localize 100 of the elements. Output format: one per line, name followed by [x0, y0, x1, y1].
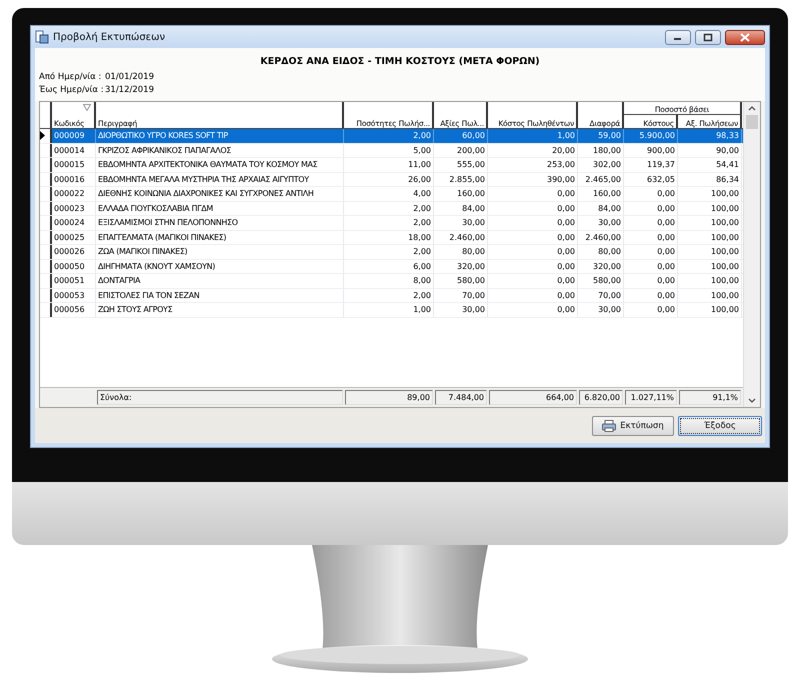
field-value: 01/01/2019 [105, 72, 154, 82]
app-icon [35, 30, 49, 44]
print-button[interactable]: Εκτύπωση [592, 416, 674, 436]
table-cell: 253,00 [488, 158, 578, 172]
table-cell: 900,00 [624, 144, 678, 157]
table-cell: 70,00 [434, 288, 488, 302]
table-cell: 390,00 [488, 172, 578, 186]
table-cell: 1,00 [488, 129, 578, 142]
table-cell: 320,00 [578, 260, 624, 273]
table-cell: 100,00 [678, 216, 742, 230]
table-cell: 100,00 [678, 187, 742, 200]
table-cell: 000051 [52, 274, 96, 288]
table-cell: 30,00 [578, 216, 624, 230]
table-row[interactable]: 000023 ΕΛΛΑΔΑ ΓΙΟΥΓΚΟΣΛΑΒΙΑ ΠΓΔΜ 2,00 84,00 0,00 84,00 0,00 100,00 [40, 202, 743, 216]
total-value: 1.027,11% [625, 390, 677, 405]
table-cell: 180,00 [578, 144, 624, 157]
close-button[interactable] [725, 30, 765, 44]
table-cell: 26,00 [344, 172, 434, 186]
scrollbar-thumb[interactable] [746, 115, 758, 129]
table-cell: 8,00 [344, 274, 434, 288]
table-cell: 632,05 [624, 172, 678, 186]
table-cell: 2.465,00 [578, 172, 624, 186]
table-cell: 100,00 [678, 245, 742, 258]
table-cell: ΖΩΑ (ΜΑΓΙΚΟΙ ΠΙΝΑΚΕΣ) [96, 245, 344, 258]
table-cell: 2.855,00 [434, 172, 488, 186]
field-label: Από Ημερ/νία : [39, 72, 102, 82]
table-row[interactable]: 000051 ΔΟΝΤΑΓΡΙΑ 8,00 580,00 0,00 580,00 0,00 100,00 [40, 274, 743, 288]
table-cell: 0,00 [624, 245, 678, 258]
table-cell: ΔΙΟΡΘΩΤΙΚΟ ΥΓΡΟ KORES SOFT TIP [96, 129, 344, 142]
report-title: ΚΕΡΔΟΣ ΑΝΑ ΕΙΔΟΣ - ΤΙΜΗ ΚΟΣΤΟΥΣ (ΜΕΤΑ ΦΟΡΩΝ) [259, 56, 541, 67]
field-label: Έως Ημερ/νία : [39, 84, 105, 94]
table-cell: ΔΟΝΤΑΓΡΙΑ [96, 274, 344, 288]
table-cell: 000015 [52, 158, 96, 172]
table-cell: ΕΞΙΣΛΑΜΙΣΜΟΙ ΣΤΗΝ ΠΕΛΟΠΟΝΝΗΣΟ [96, 216, 344, 230]
table-row[interactable]: 000022 ΔΙΕΘΝΗΣ ΚΟΙΝΩΝΙΑ ΔΙΑΧΡΟΝΙΚΕΣ ΚΑΙ ΣΥΓΧΡΟΝΕΣ ΑΝΤΙΛΗ 4,00 160,00 0,00 160,00 0,00 100,00 [40, 187, 743, 202]
table-cell: 0,00 [624, 230, 678, 244]
maximize-button[interactable] [695, 30, 721, 44]
table-cell: 2,00 [344, 288, 434, 302]
table-row[interactable]: 000026 ΖΩΑ (ΜΑΓΙΚΟΙ ΠΙΝΑΚΕΣ) 2,00 80,00 0,00 80,00 0,00 100,00 [40, 245, 743, 260]
table-cell: 100,00 [678, 288, 742, 302]
table-cell: 5,00 [344, 144, 434, 157]
table-cell: 0,00 [488, 202, 578, 215]
table-cell: 60,00 [434, 129, 488, 142]
table-row[interactable]: 000053 ΕΠΙΣΤΟΛΕΣ ΓΙΑ ΤΟΝ ΣΕΖΑΝ 2,00 70,00 0,00 70,00 0,00 100,00 [40, 288, 743, 303]
table-cell: 0,00 [488, 288, 578, 302]
table-row[interactable]: 000056 ΖΩΗ ΣΤΟΥΣ ΑΓΡΟΥΣ 1,00 30,00 0,00 30,00 0,00 100,00 [40, 303, 743, 318]
table-cell: 000025 [52, 230, 96, 244]
scroll-down-icon[interactable] [748, 398, 756, 403]
table-cell: 30,00 [434, 303, 488, 316]
table-cell: 000053 [52, 288, 96, 302]
table-cell: 0,00 [624, 216, 678, 230]
table-cell: 000014 [52, 144, 96, 157]
total-value: 91,1% [679, 390, 741, 405]
table-cell: 0,00 [624, 260, 678, 273]
table-cell: 84,00 [578, 202, 624, 215]
table-cell: 000022 [52, 187, 96, 200]
table-cell: 30,00 [578, 303, 624, 316]
table-cell: ΕΠΑΓΓΕΛΜΑΤΑ (ΜΑΓΙΚΟΙ ΠΙΝΑΚΕΣ) [96, 230, 344, 244]
table-cell: 11,00 [344, 158, 434, 172]
table-cell: 160,00 [434, 187, 488, 200]
table-cell: 000050 [52, 260, 96, 273]
table-cell: 100,00 [678, 230, 742, 244]
scroll-up-icon[interactable] [748, 106, 756, 111]
table-cell: 100,00 [678, 303, 742, 316]
table-cell: 4,00 [344, 187, 434, 200]
table-cell: 5.900,00 [624, 129, 678, 142]
totals-label: Σύνολα: [97, 390, 343, 405]
table-cell: ΕΒΔΟΜΗΝΤΑ ΜΕΓΑΛΑ ΜΥΣΤΗΡΙΑ ΤΗΣ ΑΡΧΑΙΑΣ ΑΙΓΥΠΤΟΥ [96, 172, 344, 186]
table-cell: 1,00 [344, 303, 434, 316]
total-value: 89,00 [345, 390, 433, 405]
table-cell: 84,00 [434, 202, 488, 215]
total-value: 664,00 [489, 390, 577, 405]
table-row[interactable]: 000016 ΕΒΔΟΜΗΝΤΑ ΜΕΓΑΛΑ ΜΥΣΤΗΡΙΑ ΤΗΣ ΑΡΧΑΙΑΣ ΑΙΓΥΠΤΟΥ 26,00 2.855,00 390,00 2.465,00 632,05 86,34 [40, 172, 743, 187]
maximize-icon [703, 32, 713, 42]
exit-button[interactable]: Έξοδος [678, 416, 762, 436]
table-cell: 555,00 [434, 158, 488, 172]
table-cell: 580,00 [434, 274, 488, 288]
total-value: 6.820,00 [579, 390, 623, 405]
table-cell: 80,00 [578, 245, 624, 258]
minimize-button[interactable] [665, 30, 691, 44]
table-row[interactable]: 000015 ΕΒΔΟΜΗΝΤΑ ΑΡΧΙΤΕΚΤΟΝΙΚΑ ΘΑΥΜΑΤΑ ΤΟΥ ΚΟΣΜΟΥ ΜΑΣ 11,00 555,00 253,00 302,00 119,37 54,41 [40, 158, 743, 172]
table-cell: 2.460,00 [578, 230, 624, 244]
row-pointer-icon [40, 131, 46, 140]
table-cell: 90,00 [678, 144, 742, 157]
vertical-scrollbar[interactable] [743, 102, 760, 407]
table-cell: 86,34 [678, 172, 742, 186]
table-cell: 0,00 [488, 245, 578, 258]
table-row[interactable]: 000050 ΔΙΗΓΗΜΑΤΑ (ΚΝΟΥΤ ΧΑΜΣΟΥΝ) 6,00 320,00 0,00 320,00 0,00 100,00 [40, 260, 743, 274]
table-row[interactable]: 000014 ΓΚΡΙΖΟΣ ΑΦΡΙΚΑΝΙΚΟΣ ΠΑΠΑΓΑΛΟΣ 5,00 200,00 20,00 180,00 900,00 90,00 [40, 144, 743, 158]
table-cell: 30,00 [434, 216, 488, 230]
table-row[interactable]: 000024 ΕΞΙΣΛΑΜΙΣΜΟΙ ΣΤΗΝ ΠΕΛΟΠΟΝΝΗΣΟ 2,00 30,00 0,00 30,00 0,00 100,00 [40, 216, 743, 230]
table-cell: 0,00 [488, 303, 578, 316]
table-cell: 0,00 [488, 260, 578, 273]
table-cell: 70,00 [578, 288, 624, 302]
table-cell: 80,00 [434, 245, 488, 258]
table-cell: ΕΠΙΣΤΟΛΕΣ ΓΙΑ ΤΟΝ ΣΕΖΑΝ [96, 288, 344, 302]
table-row[interactable]: 000025 ΕΠΑΓΓΕΛΜΑΤΑ (ΜΑΓΙΚΟΙ ΠΙΝΑΚΕΣ) 18,00 2.460,00 0,00 2.460,00 0,00 100,00 [40, 230, 743, 245]
table-row[interactable]: 000009 ΔΙΟΡΘΩΤΙΚΟ ΥΓΡΟ KORES SOFT TIP 2,00 60,00 1,00 59,00 5.900,00 98,33 [40, 129, 743, 144]
table-cell: 0,00 [624, 187, 678, 200]
table-cell: 2,00 [344, 129, 434, 142]
